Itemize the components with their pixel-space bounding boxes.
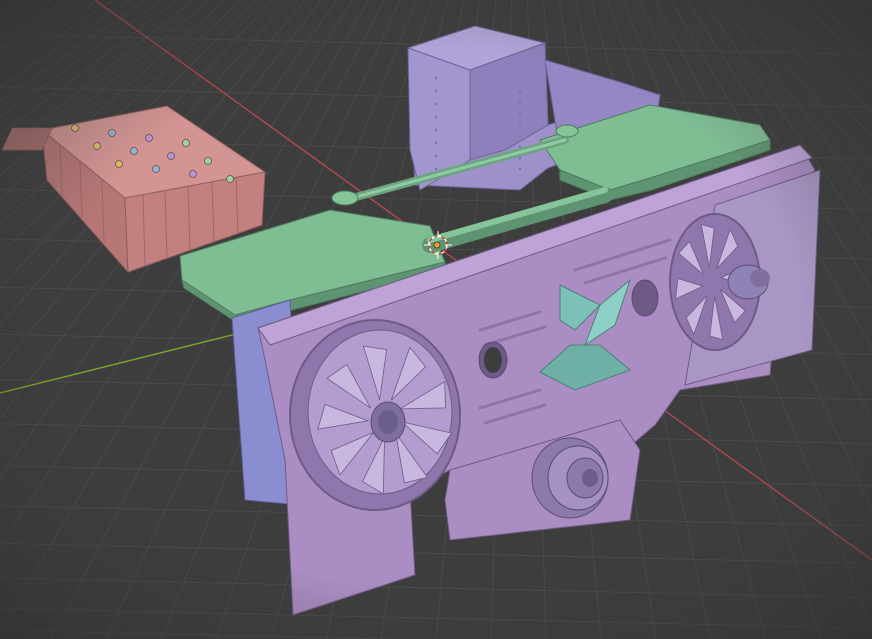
engine-bolt [518, 134, 522, 138]
engine-bolt [518, 112, 522, 116]
engine-bolt [434, 141, 438, 145]
engine-bolt [518, 167, 522, 171]
engine-bolt [434, 102, 438, 106]
origin-dot [433, 241, 441, 249]
fan-assembly-left[interactable] [289, 319, 461, 511]
pulley-center[interactable] [531, 437, 609, 519]
3d-viewport[interactable] [0, 0, 872, 639]
engine-bolt [518, 156, 522, 160]
battery-terminal-icon [108, 129, 116, 137]
battery-terminal-icon [167, 152, 175, 160]
engine-bolt [434, 115, 438, 119]
viewport-canvas[interactable] [0, 0, 872, 639]
battery-terminal-icon [189, 170, 197, 178]
battery-terminal-icon [145, 134, 153, 142]
engine-bolt [434, 89, 438, 93]
engine-bolt [434, 128, 438, 132]
engine-bolt [434, 154, 438, 158]
engine-bolt [434, 167, 438, 171]
battery-terminal-icon [93, 142, 101, 150]
battery-terminal-icon [226, 175, 234, 183]
battery-terminal-icon [182, 139, 190, 147]
battery-terminal-icon [152, 165, 160, 173]
engine-bolt [518, 90, 522, 94]
engine-bolt [518, 123, 522, 127]
engine-bolt [518, 101, 522, 105]
battery-terminal-icon [204, 157, 212, 165]
battery-terminal-icon [130, 147, 138, 155]
engine-bolt [434, 76, 438, 80]
battery-terminal-icon [115, 160, 123, 168]
battery-terminal-icon [71, 124, 79, 132]
